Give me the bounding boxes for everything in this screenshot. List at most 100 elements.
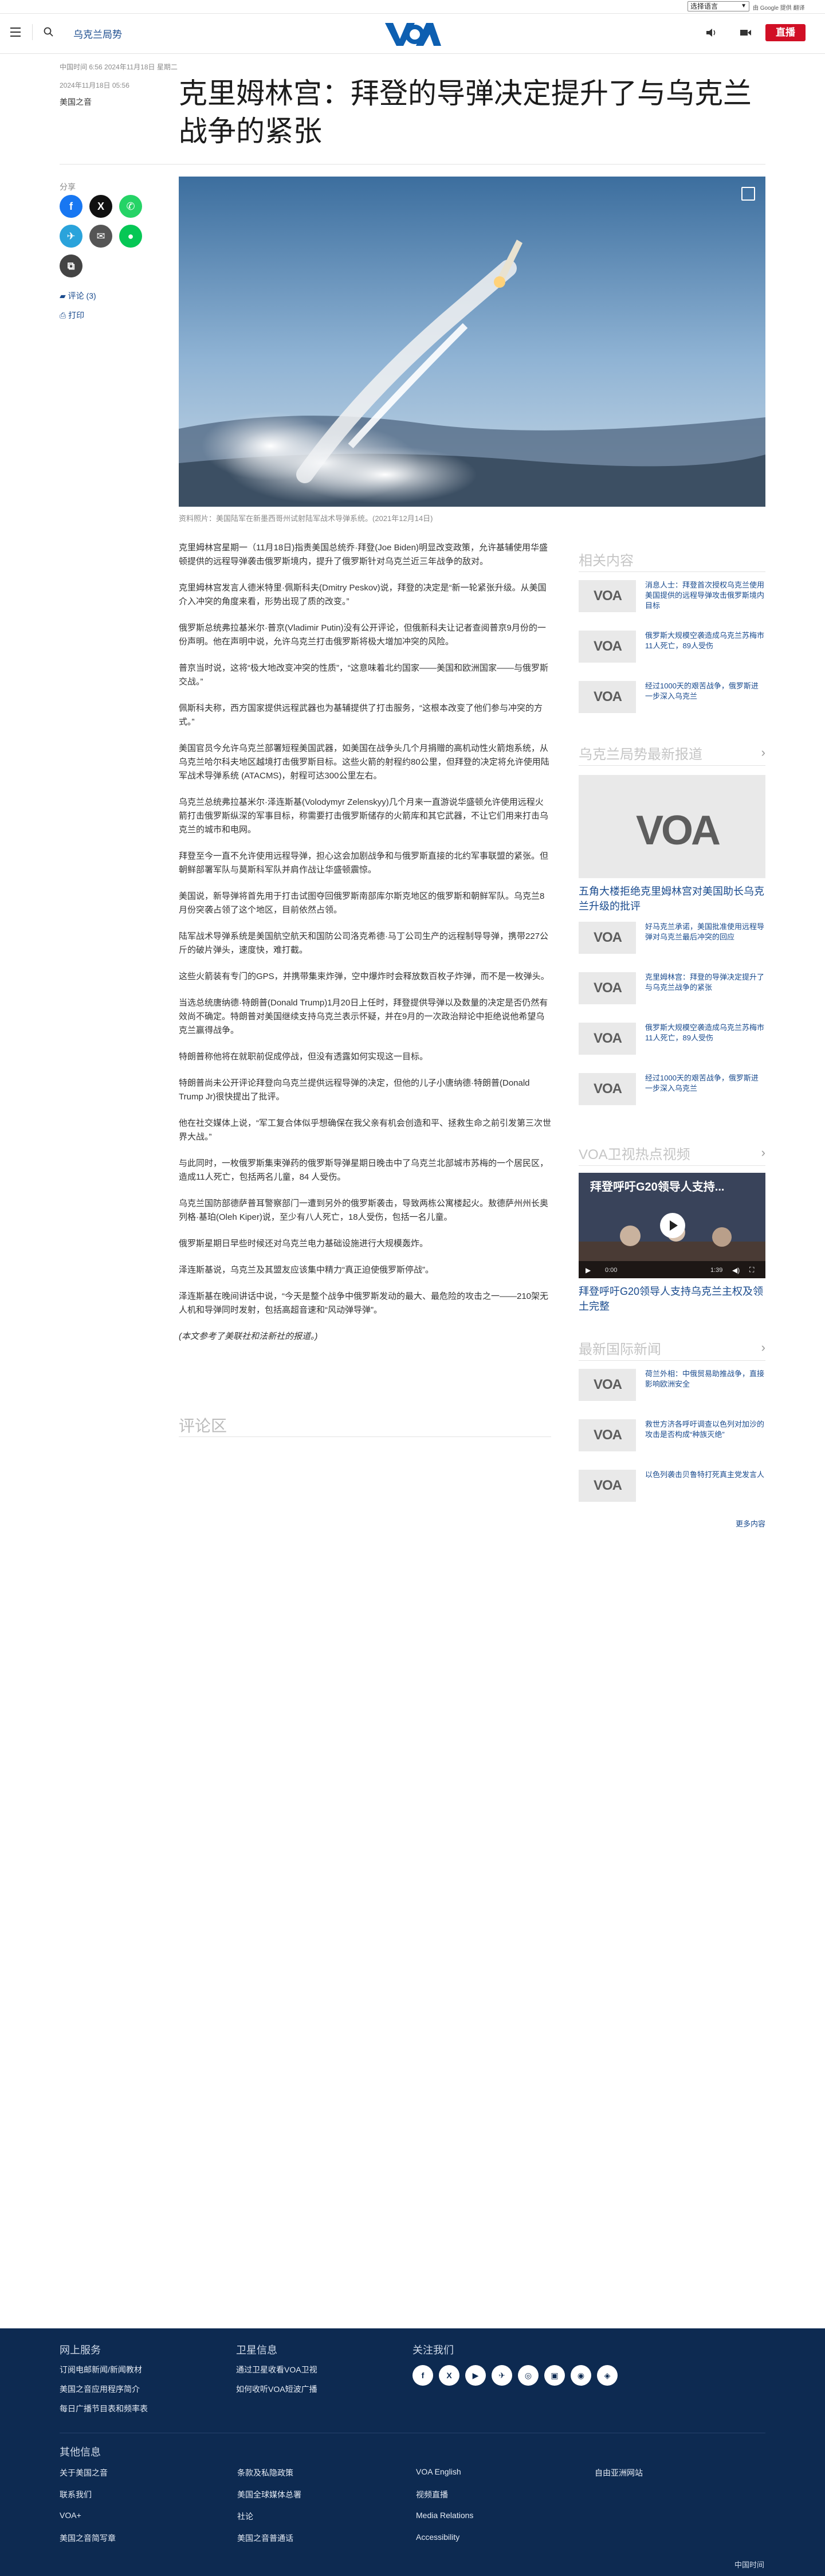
thumbnail-placeholder: VOA xyxy=(579,580,636,612)
footer-link[interactable]: 如何收听VOA短波广播 xyxy=(236,2383,317,2395)
footer-link[interactable]: 条款及私隐政策 xyxy=(237,2467,293,2479)
video-duration: 1:39 xyxy=(710,1267,723,1274)
rss-icon[interactable]: ◉ xyxy=(571,2365,591,2386)
copy-link-button[interactable]: ⧉ xyxy=(60,255,82,277)
print-link[interactable]: ⎙ 打印 xyxy=(60,310,84,321)
article-author[interactable]: 美国之音 xyxy=(60,96,92,108)
fullscreen-icon[interactable]: ⛶ xyxy=(749,1266,754,1274)
menu-icon[interactable] xyxy=(10,28,22,37)
related-item-title: 消息人士：拜登首次授权乌克兰使用美国提供的远程导弹攻击俄罗斯境内目标 xyxy=(645,581,765,610)
line-share-button[interactable]: ● xyxy=(119,225,142,248)
related-item[interactable]: VOA 消息人士：拜登首次授权乌克兰使用美国提供的远程导弹攻击俄罗斯境内目标 xyxy=(579,580,765,623)
thumbnail-placeholder: VOA xyxy=(579,631,636,663)
x-share-button[interactable]: X xyxy=(89,195,112,218)
video-heading[interactable]: VOA卫视热点视频 › xyxy=(579,1143,765,1166)
chevron-down-icon: ▼ xyxy=(741,3,747,9)
ukraine-item[interactable]: VOA 好马克兰承诺，美国批准使用远程导弹对乌克兰最后冲突的回应 xyxy=(579,922,765,964)
intl-item[interactable]: VOA 荷兰外相：中俄贸易助推战争，直接影响欧洲安全 xyxy=(579,1369,765,1411)
facebook-icon: f xyxy=(69,201,73,212)
article-paragraph: 克里姆林宫星期一（11月18日)指责美国总统乔·拜登(Joe Biden)明显改… xyxy=(179,543,548,566)
facebook-icon[interactable]: f xyxy=(412,2365,433,2386)
footer-link[interactable]: 自由亚洲网站 xyxy=(595,2467,643,2479)
article-paragraph: 陆军战术导弹系统是美国航空航天和国防公司洛克希德·马丁公司生产的远程制导导弹，携… xyxy=(179,931,549,955)
live-button[interactable]: 直播 xyxy=(765,24,806,41)
title-divider xyxy=(60,164,765,165)
footer-link[interactable]: Media Relations xyxy=(416,2511,473,2520)
footer-satellite-heading: 卫星信息 xyxy=(236,2344,277,2356)
podcast-icon[interactable]: ▣ xyxy=(544,2365,565,2386)
footer-link[interactable]: Accessibility xyxy=(416,2532,459,2542)
comments-link[interactable]: ▰ 评论 (3) xyxy=(60,290,96,302)
footer-link[interactable]: 美国之音简写章 xyxy=(60,2532,116,2544)
telegram-icon[interactable]: ✈ xyxy=(492,2365,512,2386)
section-link[interactable]: 乌克兰局势 xyxy=(73,26,122,41)
article-paragraph: 普京当时说，这将“极大地改变冲突的性质”，“这意味着北约国家——美国和欧洲国家—… xyxy=(179,663,548,687)
more-link[interactable]: 更多内容 xyxy=(579,1518,765,1529)
image-caption: 资料照片：美国陆军在新墨西哥州试射陆军战术导弹系统。(2021年12月14日) xyxy=(179,514,433,523)
facebook-share-button[interactable]: f xyxy=(60,195,82,218)
intl-heading-label: 最新国际新闻 xyxy=(579,1342,661,1357)
footer-link[interactable]: 社论 xyxy=(237,2511,253,2522)
related-item[interactable]: VOA 俄罗斯大规模空袭造成乌克兰苏梅市11人死亡，89人受伤 xyxy=(579,631,765,673)
voa-logo-icon: VOA xyxy=(594,1081,622,1097)
play-small-icon[interactable]: ▶ xyxy=(586,1266,591,1274)
article-paragraph: 佩斯科夫称，西方国家提供远程武器也为基辅提供了打击服务，“这根本改变了他们参与冲… xyxy=(179,703,543,727)
fullscreen-icon[interactable] xyxy=(741,187,755,201)
hero-image xyxy=(179,177,765,507)
article-paragraph: 俄罗斯星期日早些时候还对乌克兰电力基础设施进行大规模轰炸。 xyxy=(179,1239,429,1248)
related-item-title: 俄罗斯大规模空袭造成乌克兰苏梅市11人死亡，89人受伤 xyxy=(645,631,765,650)
email-share-button[interactable]: ✉ xyxy=(89,225,112,248)
feature-thumbnail: VOA xyxy=(579,775,765,878)
telegram-share-button[interactable]: ✈ xyxy=(60,225,82,248)
footer-link[interactable]: 订阅电邮新闻/新闻教材 xyxy=(60,2364,142,2375)
chevron-right-icon: › xyxy=(761,1145,765,1160)
search-icon[interactable] xyxy=(43,26,54,38)
article-published: 2024年11月18日 05:56 xyxy=(60,81,129,89)
video-icon[interactable] xyxy=(739,26,752,39)
instagram-icon[interactable]: ◎ xyxy=(518,2365,539,2386)
ukraine-feature[interactable]: VOA 五角大楼拒绝克里姆林宫对美国助长乌克兰升级的批评 xyxy=(579,775,765,914)
ukraine-item[interactable]: VOA 经过1000天的艰苦战争，俄罗斯进一步深入乌克兰 xyxy=(579,1073,765,1115)
video-title: 拜登呼吁G20领导人支持... xyxy=(590,1181,725,1193)
ukraine-heading[interactable]: 乌克兰局势最新报道 › xyxy=(579,743,765,766)
whatsapp-share-button[interactable]: ✆ xyxy=(119,195,142,218)
intl-item[interactable]: VOA 以色列袭击贝鲁特打死真主党发言人 xyxy=(579,1470,765,1512)
article-title: 克里姆林宫：拜登的导弹决定提升了与乌克兰战争的紧张 xyxy=(179,77,752,147)
related-item[interactable]: VOA 经过1000天的艰苦战争，俄罗斯进一步深入乌克兰 xyxy=(579,681,765,723)
footer-link[interactable]: 联系我们 xyxy=(60,2489,92,2500)
youtube-icon[interactable]: ▶ xyxy=(465,2365,486,2386)
comments-heading: 评论区 xyxy=(179,1417,227,1435)
ukraine-item[interactable]: VOA 克里姆林宫：拜登的导弹决定提升了与乌克兰战争的紧张 xyxy=(579,972,765,1015)
chevron-right-icon: › xyxy=(761,1340,765,1354)
related-heading-label: 相关内容 xyxy=(579,553,634,569)
footer-link[interactable]: 通过卫星收看VOA卫视 xyxy=(236,2364,317,2375)
article-date: 中国时间 6:56 2024年11月18日 星期二 xyxy=(60,63,178,71)
footer-link[interactable]: 视频直播 xyxy=(416,2489,448,2500)
email-icon: ✉ xyxy=(96,230,105,242)
footer-link[interactable]: 美国之音应用程序简介 xyxy=(60,2383,140,2395)
footer-link[interactable]: 美国全球媒体总署 xyxy=(237,2489,301,2500)
language-select[interactable]: 选择语言 ▼ xyxy=(688,1,749,11)
footer-link[interactable]: VOA+ xyxy=(60,2511,81,2520)
play-icon[interactable] xyxy=(660,1213,685,1238)
voa-logo-icon: VOA xyxy=(636,808,721,854)
intl-heading[interactable]: 最新国际新闻 › xyxy=(579,1338,765,1361)
header-divider xyxy=(32,24,33,40)
footer-link[interactable]: 关于美国之音 xyxy=(60,2467,108,2479)
voa-logo[interactable] xyxy=(384,21,441,47)
intl-item[interactable]: VOA 救世方济各呼吁调查以色列对加沙的攻击是否构成“种族灭绝” xyxy=(579,1419,765,1462)
x-icon[interactable]: X xyxy=(439,2365,459,2386)
footer-link[interactable]: 每日广播节目表和频率表 xyxy=(60,2403,148,2414)
ukraine-item[interactable]: VOA 俄罗斯大规模空袭造成乌克兰苏梅市11人死亡，89人受伤 xyxy=(579,1023,765,1065)
thumbnail-placeholder: VOA xyxy=(579,1023,636,1055)
intl-item-title: 救世方济各呼吁调查以色列对加沙的攻击是否构成“种族灭绝” xyxy=(645,1420,765,1439)
missile-launch-photo xyxy=(179,177,765,507)
email-icon[interactable]: ◈ xyxy=(597,2365,618,2386)
footer-link[interactable]: 美国之音普通话 xyxy=(237,2532,293,2544)
feature-title: 五角大楼拒绝克里姆林宫对美国助长乌克兰升级的批评 xyxy=(579,886,764,912)
audio-icon[interactable] xyxy=(705,26,717,39)
video-player[interactable]: 拜登呼吁G20领导人支持... ▶ 0:00 1:39 ◀) ⛶ xyxy=(579,1173,765,1278)
volume-icon[interactable]: ◀) xyxy=(732,1266,740,1274)
video-caption[interactable]: 拜登呼吁G20领导人支持乌克兰主权及领土完整 xyxy=(579,1284,765,1314)
footer-link[interactable]: VOA English xyxy=(416,2467,461,2476)
